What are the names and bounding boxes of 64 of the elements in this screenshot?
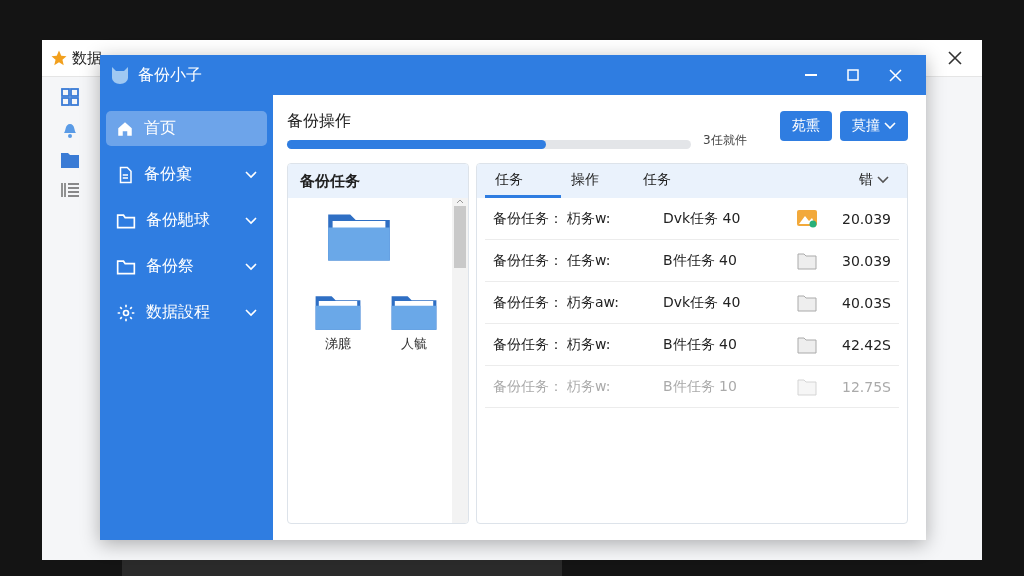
column-tab[interactable]: 错 [839,164,899,198]
scroll-thumb[interactable] [454,206,466,268]
folder-icon [797,293,817,312]
panel-title: 备份任务 [288,164,468,198]
table-cell-text: B件任务 40 [663,335,738,354]
table-cell-text: Dvk任务 40 [663,209,742,228]
window-title: 备份小子 [138,64,202,86]
list-icon[interactable] [60,181,80,199]
chevron-down-icon [877,175,889,184]
sidebar-item[interactable]: 备份祭 [106,249,267,284]
folder-icon [116,257,136,276]
scrollbar[interactable] [452,198,468,523]
table-cell-text: 20.039 [841,210,891,227]
folder-icon [797,377,817,396]
sidebar-item[interactable]: 备份窠 [106,157,267,192]
sidebar-item[interactable]: 首页 [106,111,267,146]
folder-item[interactable]: 人毓 [376,292,452,354]
folder-icon [116,211,136,230]
table-cell-text: 杤务w: [567,209,612,228]
column-tab[interactable]: 任务 [485,164,561,198]
chevron-down-icon [245,170,257,179]
table-cell-text: 30.039 [841,252,891,269]
settings-icon [116,302,136,323]
folder-icon[interactable] [60,151,80,169]
chevron-down-icon [884,122,896,130]
table-cell: 备份任务： [493,251,563,270]
sidebar-item[interactable]: 数据設程 [106,295,267,330]
action-button[interactable]: 莫撞 [840,111,908,141]
maximize-icon [847,69,859,81]
grid-icon[interactable] [60,87,80,107]
table-cell-text: 杤务aw: [567,293,620,312]
table-cell: 备份任务： [493,377,563,396]
table-cell-text: 12.75S [841,378,891,395]
table-cell: 备份任务： [493,293,563,312]
table-cell-text: 杤务w: [567,335,612,354]
image-icon [797,209,817,228]
table-cell: 备份任务： [493,209,563,228]
table-cell-text: 42.42S [841,336,891,353]
star-icon [50,49,68,67]
folder-item[interactable]: 涕臆 [300,292,376,354]
close-icon [888,68,902,82]
table-cell-text: B件任务 10 [663,377,738,396]
minimize-icon [805,74,817,76]
chevron-down-icon [245,262,257,271]
folder-icon [797,251,817,270]
status-text: 3任就件 [703,132,747,149]
column-tab[interactable]: 任务 [633,164,839,198]
table-cell-text: 任务w: [567,251,612,270]
table-cell-text: Dvk任务 40 [663,293,742,312]
chevron-down-icon [245,308,257,317]
action-button[interactable]: 苑熏 [780,111,832,141]
window-title: 数据 [72,48,102,68]
table-cell: 备份任务： [493,335,563,354]
close-icon [948,51,962,65]
column-tab[interactable]: 操作 [561,164,633,198]
table-cell-text: B件任务 40 [663,251,738,270]
table-cell-text: 杤务w: [567,377,612,396]
folder-icon [797,335,817,354]
scroll-up-icon [456,198,464,204]
chevron-down-icon [245,216,257,225]
table-cell-text: 40.03S [841,294,891,311]
cat-icon [110,65,130,85]
section-title: 备份操作 [287,111,352,132]
sidebar-item[interactable]: 备份馳球 [106,203,267,238]
